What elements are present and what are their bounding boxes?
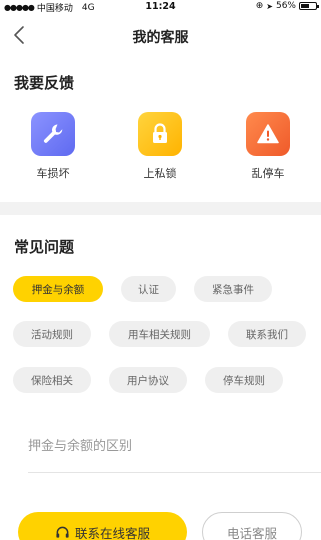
section-divider (0, 202, 321, 215)
page-title: 我的客服 (132, 30, 189, 46)
status-bar: ●●●●● 中国移动 4G 11:24 ⊕ ➤ 56% (0, 0, 321, 14)
warning-icon (246, 112, 290, 156)
feedback-item-lock[interactable]: 上私锁 (120, 112, 200, 181)
phone-service-button[interactable]: 电话客服 (202, 512, 302, 540)
faq-tag-deposit[interactable]: 押金与余额 (13, 276, 103, 302)
headset-icon (56, 526, 69, 538)
lock-icon (138, 112, 182, 156)
online-service-button[interactable]: 联系在线客服 (18, 512, 187, 540)
battery-icon (299, 2, 319, 10)
faq-tag-emergency[interactable]: 紧急事件 (194, 276, 272, 302)
status-right: ⊕ ➤ 56% (255, 1, 319, 11)
phone-service-label: 电话客服 (226, 525, 277, 540)
feedback-label-damage: 车损坏 (36, 167, 70, 180)
faq-tag-contact-us[interactable]: 联系我们 (228, 321, 306, 347)
wrench-icon (31, 112, 75, 156)
faq-question-item[interactable]: 押金与余额的区别 (28, 435, 132, 454)
faq-tag-parking-rules[interactable]: 停车规则 (205, 367, 283, 393)
faq-tag-riding-rules[interactable]: 用车相关规则 (109, 321, 210, 347)
faq-tag-user-agreement[interactable]: 用户协议 (109, 367, 187, 393)
faq-tag-verification[interactable]: 认证 (121, 276, 176, 302)
battery-percent: 56% (275, 1, 296, 11)
feedback-section-title: 我要反馈 (14, 74, 75, 92)
feedback-item-damage[interactable]: 车损坏 (13, 112, 93, 181)
question-divider (28, 472, 321, 473)
faq-section-title: 常见问题 (14, 238, 75, 256)
orientation-lock-icon: ⊕ (255, 1, 264, 11)
feedback-item-parking[interactable]: 乱停车 (228, 112, 308, 181)
feedback-label-lock: 上私锁 (143, 167, 177, 180)
nav-bar: 我的客服 (0, 14, 321, 58)
battery-fill (301, 4, 309, 8)
feedback-label-parking: 乱停车 (251, 167, 285, 180)
online-service-label: 联系在线客服 (74, 525, 150, 540)
faq-tag-activity-rules[interactable]: 活动规则 (13, 321, 91, 347)
faq-tag-insurance[interactable]: 保险相关 (13, 367, 91, 393)
location-icon: ➤ (266, 1, 273, 11)
